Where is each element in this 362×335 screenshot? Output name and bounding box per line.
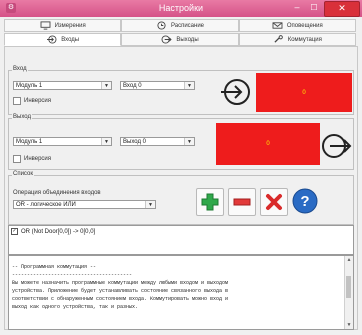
output-port-select[interactable]: Выход 0 ▼ xyxy=(120,137,195,146)
tab-schedule[interactable]: Расписание xyxy=(121,19,239,32)
output-exit-icon xyxy=(322,134,352,158)
tab-label: Измерения xyxy=(54,22,86,29)
operation-value: OR - логическое ИЛИ xyxy=(16,202,76,208)
help-text-area[interactable]: -- Программная коммутация -- -----------… xyxy=(8,255,354,330)
help-heading: -- Программная коммутация -- xyxy=(12,264,97,270)
remove-icon xyxy=(233,198,251,206)
add-button[interactable] xyxy=(196,188,224,216)
help-line: соответствии с обнаруженным состоянием в… xyxy=(12,296,229,302)
input-group: Вход Модуль 1 ▼ Вход 0 ▼ Инверсия 0 xyxy=(8,66,354,115)
operation-label: Операция объединения входов xyxy=(13,190,101,196)
input-module-select[interactable]: Модуль 1 ▼ xyxy=(13,81,112,90)
tab-row-bottom: Входы Выходы Коммутация xyxy=(4,33,356,46)
title-bar[interactable]: ⚙ Настройки – ☐ ✕ xyxy=(0,0,362,17)
minimize-button[interactable]: – xyxy=(288,1,306,15)
chevron-down-icon: ▼ xyxy=(101,82,111,89)
chevron-down-icon: ▼ xyxy=(184,138,194,145)
output-inversion-label: Инверсия xyxy=(24,156,52,162)
help-line: Вы можете назначить программные коммутац… xyxy=(12,280,229,286)
tab-label: Оповещения xyxy=(286,22,323,29)
input-module-value: Модуль 1 xyxy=(16,83,43,89)
delete-button[interactable] xyxy=(260,188,288,216)
tab-notifications[interactable]: Оповещения xyxy=(238,19,356,32)
list-item[interactable]: ✓ OR (Not Door[0,0]) -> 0[0,0] xyxy=(11,228,95,235)
scroll-up-icon[interactable]: ▲ xyxy=(345,257,353,263)
settings-window: ⚙ Настройки – ☐ ✕ Измерения Расписание О… xyxy=(0,0,362,335)
remove-button[interactable] xyxy=(228,188,256,216)
input-enter-icon xyxy=(221,79,250,105)
tab-measurements[interactable]: Измерения xyxy=(4,19,122,32)
list-group: Список Операция объединения входов OR - … xyxy=(8,171,354,225)
exit-arrow-icon xyxy=(161,35,172,44)
list-group-title: Список xyxy=(12,171,34,177)
checkbox-box xyxy=(13,97,21,105)
output-state-indicator: 0 xyxy=(216,123,320,165)
checkbox-box xyxy=(13,155,21,163)
help-rule: ---------------------------------------- xyxy=(12,272,133,278)
enter-arrow-icon xyxy=(47,35,57,44)
help-line: выход как одного устройства, так и разны… xyxy=(12,304,139,310)
envelope-icon xyxy=(272,22,283,29)
tab-label: Выходы xyxy=(176,36,199,43)
checkbox-checked-icon[interactable]: ✓ xyxy=(11,228,18,235)
output-group: Выход Модуль 1 ▼ Выход 0 ▼ Инверсия 0 xyxy=(8,114,354,170)
add-icon xyxy=(201,193,219,211)
delete-icon xyxy=(266,194,282,210)
tab-label: Входы xyxy=(61,36,80,43)
tab-row-top: Измерения Расписание Оповещения xyxy=(4,19,356,32)
clock-icon xyxy=(157,21,166,30)
chevron-down-icon: ▼ xyxy=(101,138,111,145)
input-state-indicator: 0 xyxy=(256,73,352,112)
chevron-down-icon: ▼ xyxy=(184,82,194,89)
input-group-title: Вход xyxy=(12,66,28,72)
tab-inputs[interactable]: Входы xyxy=(4,33,122,46)
tab-switching[interactable]: Коммутация xyxy=(238,33,356,46)
monitor-icon xyxy=(40,21,51,30)
maximize-button[interactable]: ☐ xyxy=(306,1,322,15)
input-port-value: Вход 0 xyxy=(123,83,142,89)
tab-label: Коммутация xyxy=(287,36,322,43)
output-module-value: Модуль 1 xyxy=(16,139,43,145)
close-button[interactable]: ✕ xyxy=(324,1,360,17)
switching-list[interactable]: ✓ OR (Not Door[0,0]) -> 0[0,0] xyxy=(8,225,354,255)
output-group-title: Выход xyxy=(12,114,32,120)
output-module-select[interactable]: Модуль 1 ▼ xyxy=(13,137,112,146)
inputs-panel: Вход Модуль 1 ▼ Вход 0 ▼ Инверсия 0 Выхо… xyxy=(4,46,358,330)
input-inversion-checkbox[interactable]: Инверсия xyxy=(13,97,51,105)
help-icon: ? xyxy=(292,188,318,214)
input-port-select[interactable]: Вход 0 ▼ xyxy=(120,81,195,90)
tab-label: Расписание xyxy=(170,22,205,29)
scroll-down-icon[interactable]: ▼ xyxy=(345,322,353,328)
scroll-thumb[interactable] xyxy=(346,276,351,298)
list-item-label: OR (Not Door[0,0]) -> 0[0,0] xyxy=(21,228,96,235)
help-scrollbar[interactable]: ▲ ▼ xyxy=(344,256,353,329)
output-port-value: Выход 0 xyxy=(123,139,146,145)
help-line: устройства. Приложение будет устанавлива… xyxy=(12,288,229,294)
svg-text:?: ? xyxy=(300,193,309,210)
help-button[interactable]: ? xyxy=(292,188,318,214)
tab-outputs[interactable]: Выходы xyxy=(121,33,239,46)
chevron-down-icon: ▼ xyxy=(145,201,155,208)
input-inversion-label: Инверсия xyxy=(24,98,52,104)
operation-select[interactable]: OR - логическое ИЛИ ▼ xyxy=(13,200,156,209)
output-inversion-checkbox[interactable]: Инверсия xyxy=(13,155,51,163)
wrench-icon xyxy=(274,35,283,43)
